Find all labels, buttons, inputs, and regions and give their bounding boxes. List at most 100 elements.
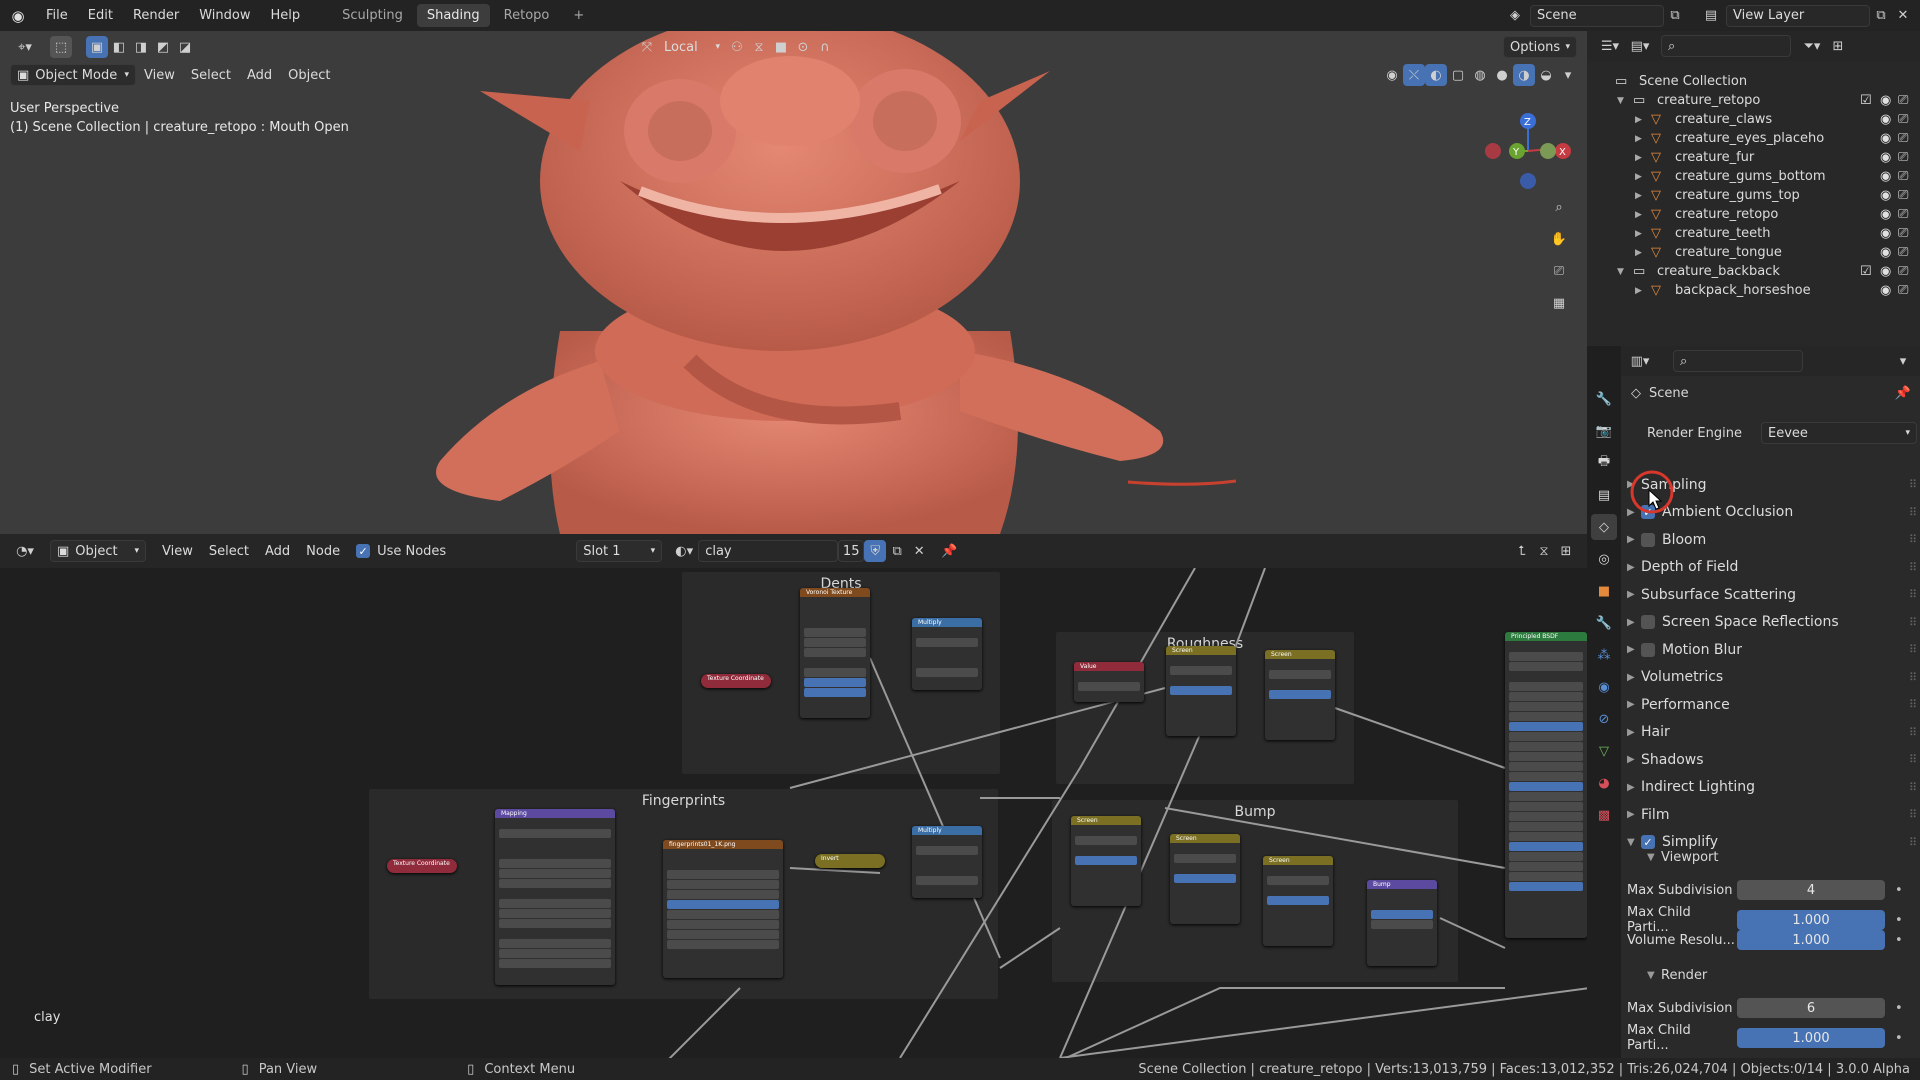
- visibility-eye-icon[interactable]: ◉: [1880, 264, 1898, 279]
- node-voronoi-texture[interactable]: Voronoi Texture: [800, 588, 870, 718]
- tab-shading[interactable]: Shading: [416, 4, 490, 27]
- panel-bloom[interactable]: ▶ Bloom ⠿: [1627, 526, 1917, 553]
- material-tab-icon[interactable]: ◕: [1591, 770, 1617, 796]
- parent-node-tree-icon[interactable]: ⮤: [1511, 540, 1533, 562]
- drag-handle-icon[interactable]: ⠿: [1909, 671, 1917, 684]
- navigation-gizmo[interactable]: Z Y X: [1478, 99, 1578, 209]
- node-menu-add[interactable]: Add: [257, 540, 298, 562]
- node-invert[interactable]: Invert: [815, 854, 885, 868]
- material-name-field[interactable]: clay: [698, 540, 839, 562]
- visibility-eye-icon[interactable]: ◉: [1880, 283, 1898, 298]
- disclosure-triangle-icon[interactable]: ▶: [1635, 210, 1651, 220]
- properties-options-icon[interactable]: ▾: [1892, 350, 1914, 372]
- simplify-field-value[interactable]: 1.000: [1737, 1028, 1885, 1048]
- use-nodes-checkbox[interactable]: ✓: [356, 544, 371, 558]
- drag-handle-icon[interactable]: ⠿: [1909, 726, 1917, 739]
- blender-logo-icon[interactable]: ◉: [0, 7, 36, 25]
- disclosure-triangle-icon[interactable]: ▶: [1635, 172, 1651, 182]
- node-screen-1[interactable]: Screen: [1166, 646, 1236, 736]
- simplify-field-value[interactable]: 4: [1737, 880, 1885, 900]
- render-engine-dropdown[interactable]: Eevee ▾: [1761, 422, 1917, 444]
- solid-shading-icon[interactable]: ●: [1491, 64, 1513, 86]
- 3d-viewport[interactable]: ⌖▾ ⬚ ▣ ◧ ◨ ◩ ◪ ⤧ Local ▾ ⚇ ⧖ ■ ⊙ ∩ Option…: [0, 31, 1587, 534]
- wireframe-shading-icon[interactable]: ◍: [1469, 64, 1491, 86]
- node-screen-3[interactable]: Screen: [1071, 816, 1141, 906]
- options-dropdown[interactable]: Options ▾: [1503, 36, 1577, 58]
- rendered-shading-icon[interactable]: ◒: [1535, 64, 1557, 86]
- viewport-menu-add[interactable]: Add: [239, 64, 280, 86]
- transform-orientation-icon[interactable]: ⤧: [636, 36, 658, 58]
- disclosure-triangle-icon[interactable]: ▼: [1617, 96, 1633, 106]
- zoom-icon[interactable]: ⌕: [1548, 196, 1570, 218]
- simplify-field-value[interactable]: 1.000: [1737, 930, 1885, 950]
- viewport-menu-view[interactable]: View: [136, 64, 183, 86]
- transform-orientation-dropdown[interactable]: Local ▾: [658, 36, 726, 58]
- world-tab-icon[interactable]: ◎: [1591, 546, 1617, 572]
- render-camera-icon[interactable]: ⎚: [1898, 112, 1920, 127]
- drag-handle-icon[interactable]: ⠿: [1909, 643, 1917, 656]
- object-tab-icon[interactable]: ■: [1591, 578, 1617, 604]
- select-tool-icon[interactable]: ⬚: [50, 36, 72, 58]
- panel-motion-blur[interactable]: ▶ Motion Blur ⠿: [1627, 636, 1917, 663]
- new-collection-icon[interactable]: ⊞: [1827, 35, 1849, 57]
- viewport-menu-object[interactable]: Object: [280, 64, 338, 86]
- exclude-checkbox-icon[interactable]: ☑: [1860, 264, 1880, 279]
- node-screen-2[interactable]: Screen: [1265, 650, 1335, 740]
- fake-user-icon[interactable]: ⛨: [864, 540, 887, 562]
- render-camera-icon[interactable]: ⎚: [1898, 226, 1920, 241]
- panel-enable-checkbox[interactable]: [1641, 615, 1655, 629]
- drag-handle-icon[interactable]: ⠿: [1909, 616, 1917, 629]
- node-editor-type-icon[interactable]: ◔▾: [10, 540, 40, 562]
- filter-icon[interactable]: ⏷▾: [1797, 35, 1827, 57]
- new-view-layer-icon[interactable]: ⧉: [1870, 5, 1892, 27]
- panel-film[interactable]: ▶ Film ⠿: [1627, 801, 1917, 828]
- node-value[interactable]: Value: [1074, 662, 1144, 702]
- simplify-field-value[interactable]: 6: [1737, 998, 1885, 1018]
- new-scene-icon[interactable]: ⧉: [1664, 5, 1686, 27]
- disclosure-triangle-icon[interactable]: ▶: [1635, 153, 1651, 163]
- shading-options-icon[interactable]: ▾: [1557, 64, 1579, 86]
- outliner-row[interactable]: ▶ ▽ backpack_horseshoe ◉ ⎚: [1587, 279, 1920, 302]
- pivot-icon[interactable]: ⚇: [726, 36, 748, 58]
- select-subtract-icon[interactable]: ◨: [130, 36, 152, 58]
- panel-depth-of-field[interactable]: ▶ Depth of Field ⠿: [1627, 554, 1917, 581]
- disclosure-triangle-icon[interactable]: ▶: [1635, 286, 1651, 296]
- node-snap-options-icon[interactable]: ⊞: [1555, 540, 1577, 562]
- panel-hair[interactable]: ▶ Hair ⠿: [1627, 719, 1917, 746]
- disclosure-triangle-icon[interactable]: ▶: [1635, 229, 1651, 239]
- node-multiply-1[interactable]: Multiply: [912, 618, 982, 690]
- drag-handle-icon[interactable]: ⠿: [1909, 506, 1917, 519]
- node-principled-bsdf[interactable]: Principled BSDF: [1505, 632, 1587, 938]
- animate-property-icon[interactable]: •: [1895, 1001, 1903, 1016]
- select-extend-icon[interactable]: ◧: [108, 36, 130, 58]
- unlink-material-icon[interactable]: ✕: [908, 540, 930, 562]
- panel-shadows[interactable]: ▶ Shadows ⠿: [1627, 746, 1917, 773]
- properties-editor-type-icon[interactable]: ▥▾: [1625, 350, 1655, 372]
- outliner-editor-type-icon[interactable]: ☰▾: [1595, 35, 1625, 57]
- viewport-menu-select[interactable]: Select: [183, 64, 239, 86]
- scene-tab-icon[interactable]: ◇: [1591, 514, 1617, 540]
- proportional-edit-icon[interactable]: ⊙: [792, 36, 814, 58]
- xray-icon[interactable]: ▢: [1447, 64, 1469, 86]
- render-camera-icon[interactable]: ⎚: [1898, 207, 1920, 222]
- node-mapping[interactable]: Mapping: [495, 809, 615, 985]
- physics-tab-icon[interactable]: ◉: [1591, 674, 1617, 700]
- render-camera-icon[interactable]: ⎚: [1898, 245, 1920, 260]
- animate-property-icon[interactable]: •: [1895, 913, 1903, 928]
- render-tab-icon[interactable]: 📷: [1591, 418, 1617, 444]
- pin-context-icon[interactable]: 📌: [1895, 386, 1911, 401]
- node-image-texture[interactable]: fingerprints01_1K.png: [663, 840, 783, 978]
- visibility-icon[interactable]: ◉: [1381, 64, 1403, 86]
- menu-window[interactable]: Window: [189, 8, 260, 23]
- add-workspace-button[interactable]: +: [563, 4, 594, 27]
- drag-handle-icon[interactable]: ⠿: [1909, 836, 1917, 849]
- disclosure-triangle-icon[interactable]: ▶: [1635, 248, 1651, 258]
- view-layer-tab-icon[interactable]: ▤: [1591, 482, 1617, 508]
- scene-field[interactable]: Scene: [1530, 4, 1664, 27]
- material-users-count[interactable]: 15: [838, 540, 865, 562]
- panel-volumetrics[interactable]: ▶ Volumetrics ⠿: [1627, 664, 1917, 691]
- panel-screen-space-reflections[interactable]: ▶ Screen Space Reflections ⠿: [1627, 609, 1917, 636]
- visibility-eye-icon[interactable]: ◉: [1880, 245, 1898, 260]
- falloff-icon[interactable]: ∩: [814, 36, 836, 58]
- tab-retopo[interactable]: Retopo: [494, 4, 560, 27]
